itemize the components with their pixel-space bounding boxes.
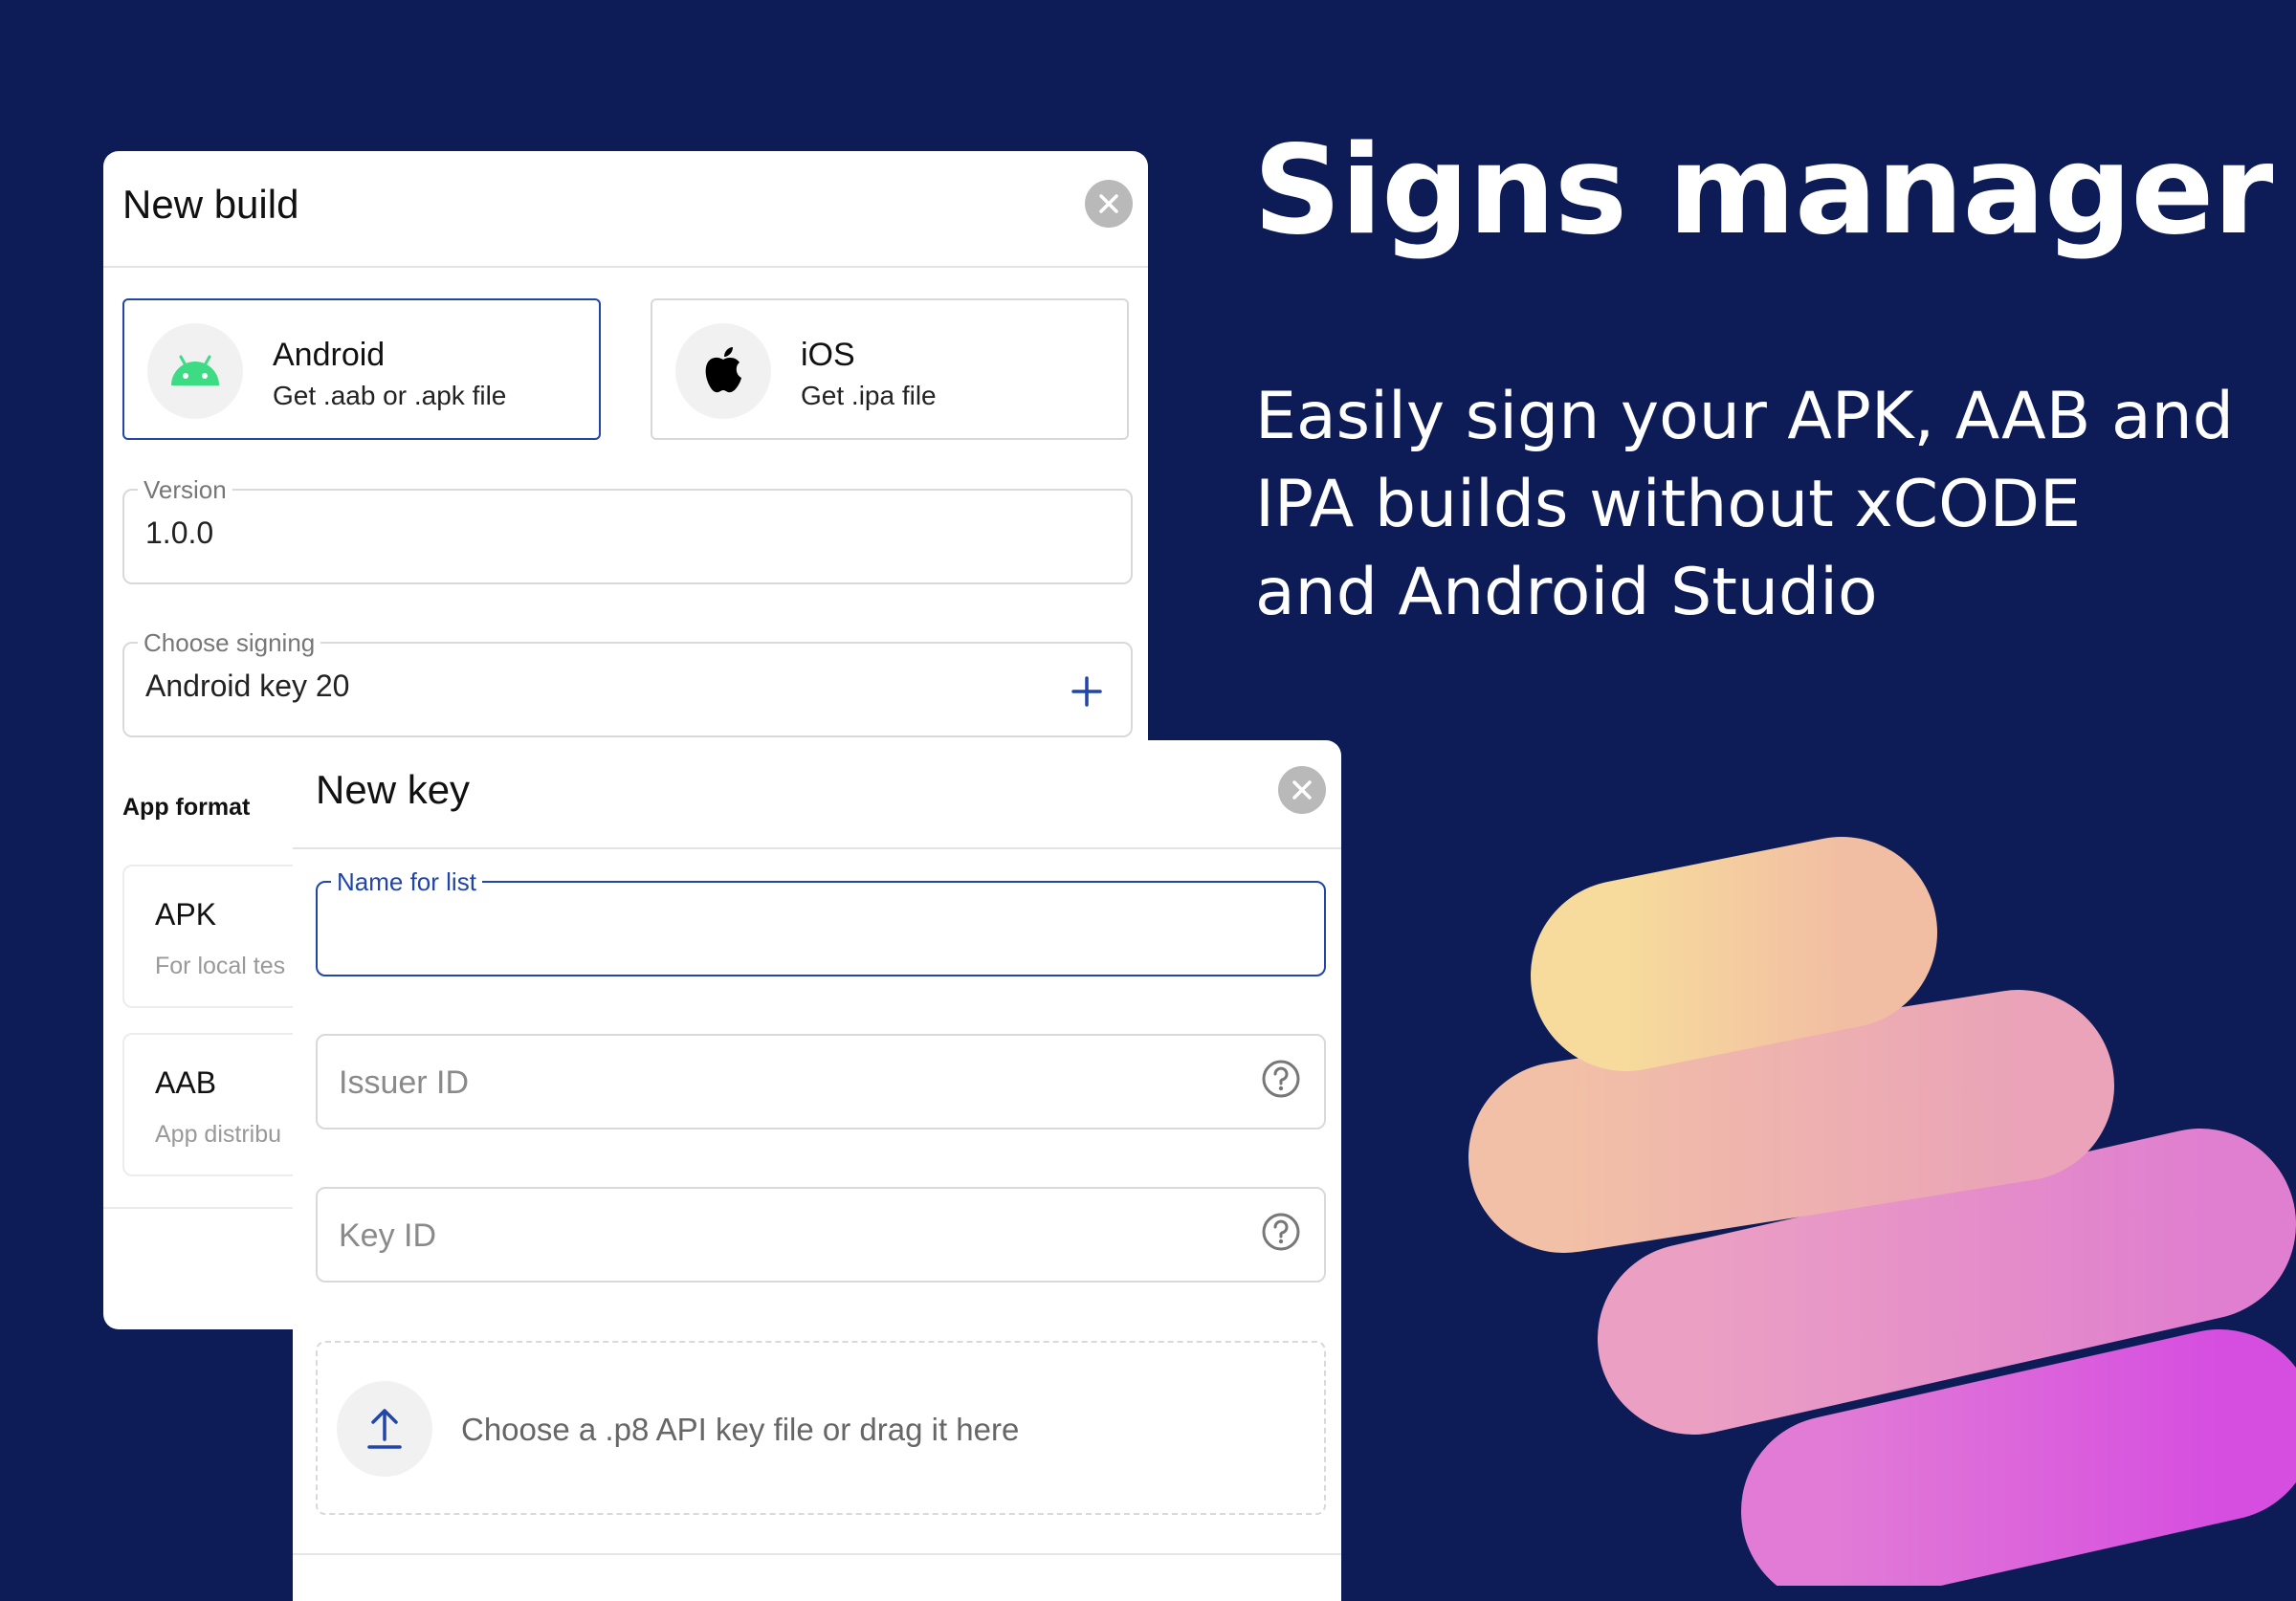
dialog-header: New build (103, 151, 1148, 268)
field-label: Version (138, 475, 232, 505)
platform-option-android[interactable]: Android Get .aab or .apk file (122, 298, 601, 440)
dropzone-text: Choose a .p8 API key file or drag it her… (461, 1412, 1020, 1447)
help-icon (1262, 1213, 1300, 1251)
help-icon (1262, 1060, 1300, 1098)
format-description: App distribu (155, 1121, 282, 1148)
close-button[interactable] (1278, 766, 1326, 814)
add-signing-button[interactable] (1071, 676, 1102, 712)
format-name: APK (155, 897, 217, 932)
issuer-id-input[interactable]: Issuer ID (316, 1034, 1326, 1129)
hero-title: Signs manager (1253, 120, 2273, 262)
platform-description: Get .ipa file (801, 381, 937, 410)
format-description: For local tes (155, 953, 286, 979)
field-label: Name for list (331, 867, 482, 897)
field-value: Android key 20 (145, 669, 350, 703)
dialog-header: New key (293, 740, 1341, 849)
field-value: 1.0.0 (145, 515, 214, 550)
platform-description: Get .aab or .apk file (273, 381, 507, 410)
hero-subtitle: Easily sign your APK, AAB and IPA builds… (1255, 373, 2241, 636)
name-for-list-input[interactable]: Name for list (316, 867, 1326, 976)
key-id-help-button[interactable] (1261, 1212, 1301, 1257)
platform-name: Android (273, 337, 386, 373)
new-key-dialog: New key Name for list Issuer ID Key ID C… (293, 740, 1341, 1601)
close-button[interactable] (1085, 180, 1133, 228)
app-format-label: App format (122, 794, 251, 821)
field-label: Choose signing (138, 628, 321, 658)
platform-name: iOS (801, 337, 855, 373)
hero-subtitle-line: IPA builds without xCODE (1255, 466, 2081, 542)
field-placeholder: Key ID (339, 1217, 437, 1254)
upload-icon (337, 1381, 432, 1477)
issuer-id-help-button[interactable] (1261, 1059, 1301, 1104)
apple-icon (675, 323, 771, 419)
close-icon (1292, 780, 1312, 800)
hero-subtitle-line: and Android Studio (1255, 554, 1878, 630)
android-icon (147, 323, 243, 419)
field-placeholder: Issuer ID (339, 1064, 470, 1101)
hero-subtitle-line: Easily sign your APK, AAB and (1255, 379, 2234, 454)
close-icon (1099, 194, 1118, 213)
p8-file-dropzone[interactable]: Choose a .p8 API key file or drag it her… (316, 1341, 1326, 1515)
divider (293, 1553, 1341, 1555)
plus-icon (1071, 676, 1102, 707)
key-id-input[interactable]: Key ID (316, 1187, 1326, 1283)
dialog-title: New build (122, 182, 299, 227)
version-field[interactable]: Version 1.0.0 (122, 475, 1133, 584)
platform-option-ios[interactable]: iOS Get .ipa file (651, 298, 1129, 440)
format-name: AAB (155, 1065, 217, 1100)
signing-select[interactable]: Choose signing Android key 20 (122, 628, 1133, 737)
dialog-title: New key (316, 767, 471, 812)
